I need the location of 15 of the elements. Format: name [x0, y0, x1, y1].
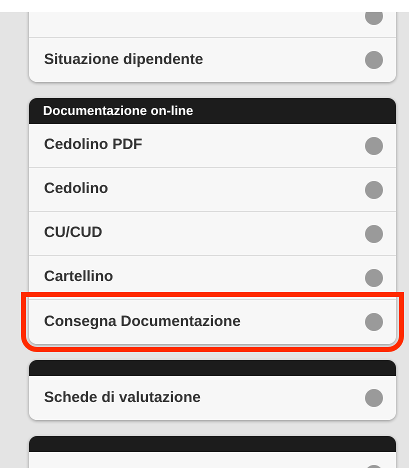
menu-item-label: Cedolino: [44, 179, 108, 200]
menu-item[interactable]: Consegna Documentazione: [29, 300, 396, 344]
menu-item-label: Cartellino: [44, 267, 114, 288]
section-header: Documentazione on-line: [29, 98, 396, 124]
menu-item[interactable]: Situazione dipendente: [29, 38, 396, 82]
menu-item-label: CU/CUD: [44, 223, 102, 244]
menu-item[interactable]: Schede di valutazione: [29, 376, 396, 420]
menu-item[interactable]: Cedolino: [29, 168, 396, 212]
menu-item-label: Consegna Documentazione: [44, 312, 241, 332]
menu-item-label: Situazione dipendente: [44, 50, 204, 70]
menu-item[interactable]: Cartellino: [29, 256, 396, 300]
menu-item-label: Schede di valutazione: [44, 388, 201, 408]
menu-item-label: Cedolino PDF: [44, 135, 142, 156]
menu-item[interactable]: Cedolino PDF: [29, 124, 396, 168]
menu-item[interactable]: CU/CUD: [29, 212, 396, 256]
